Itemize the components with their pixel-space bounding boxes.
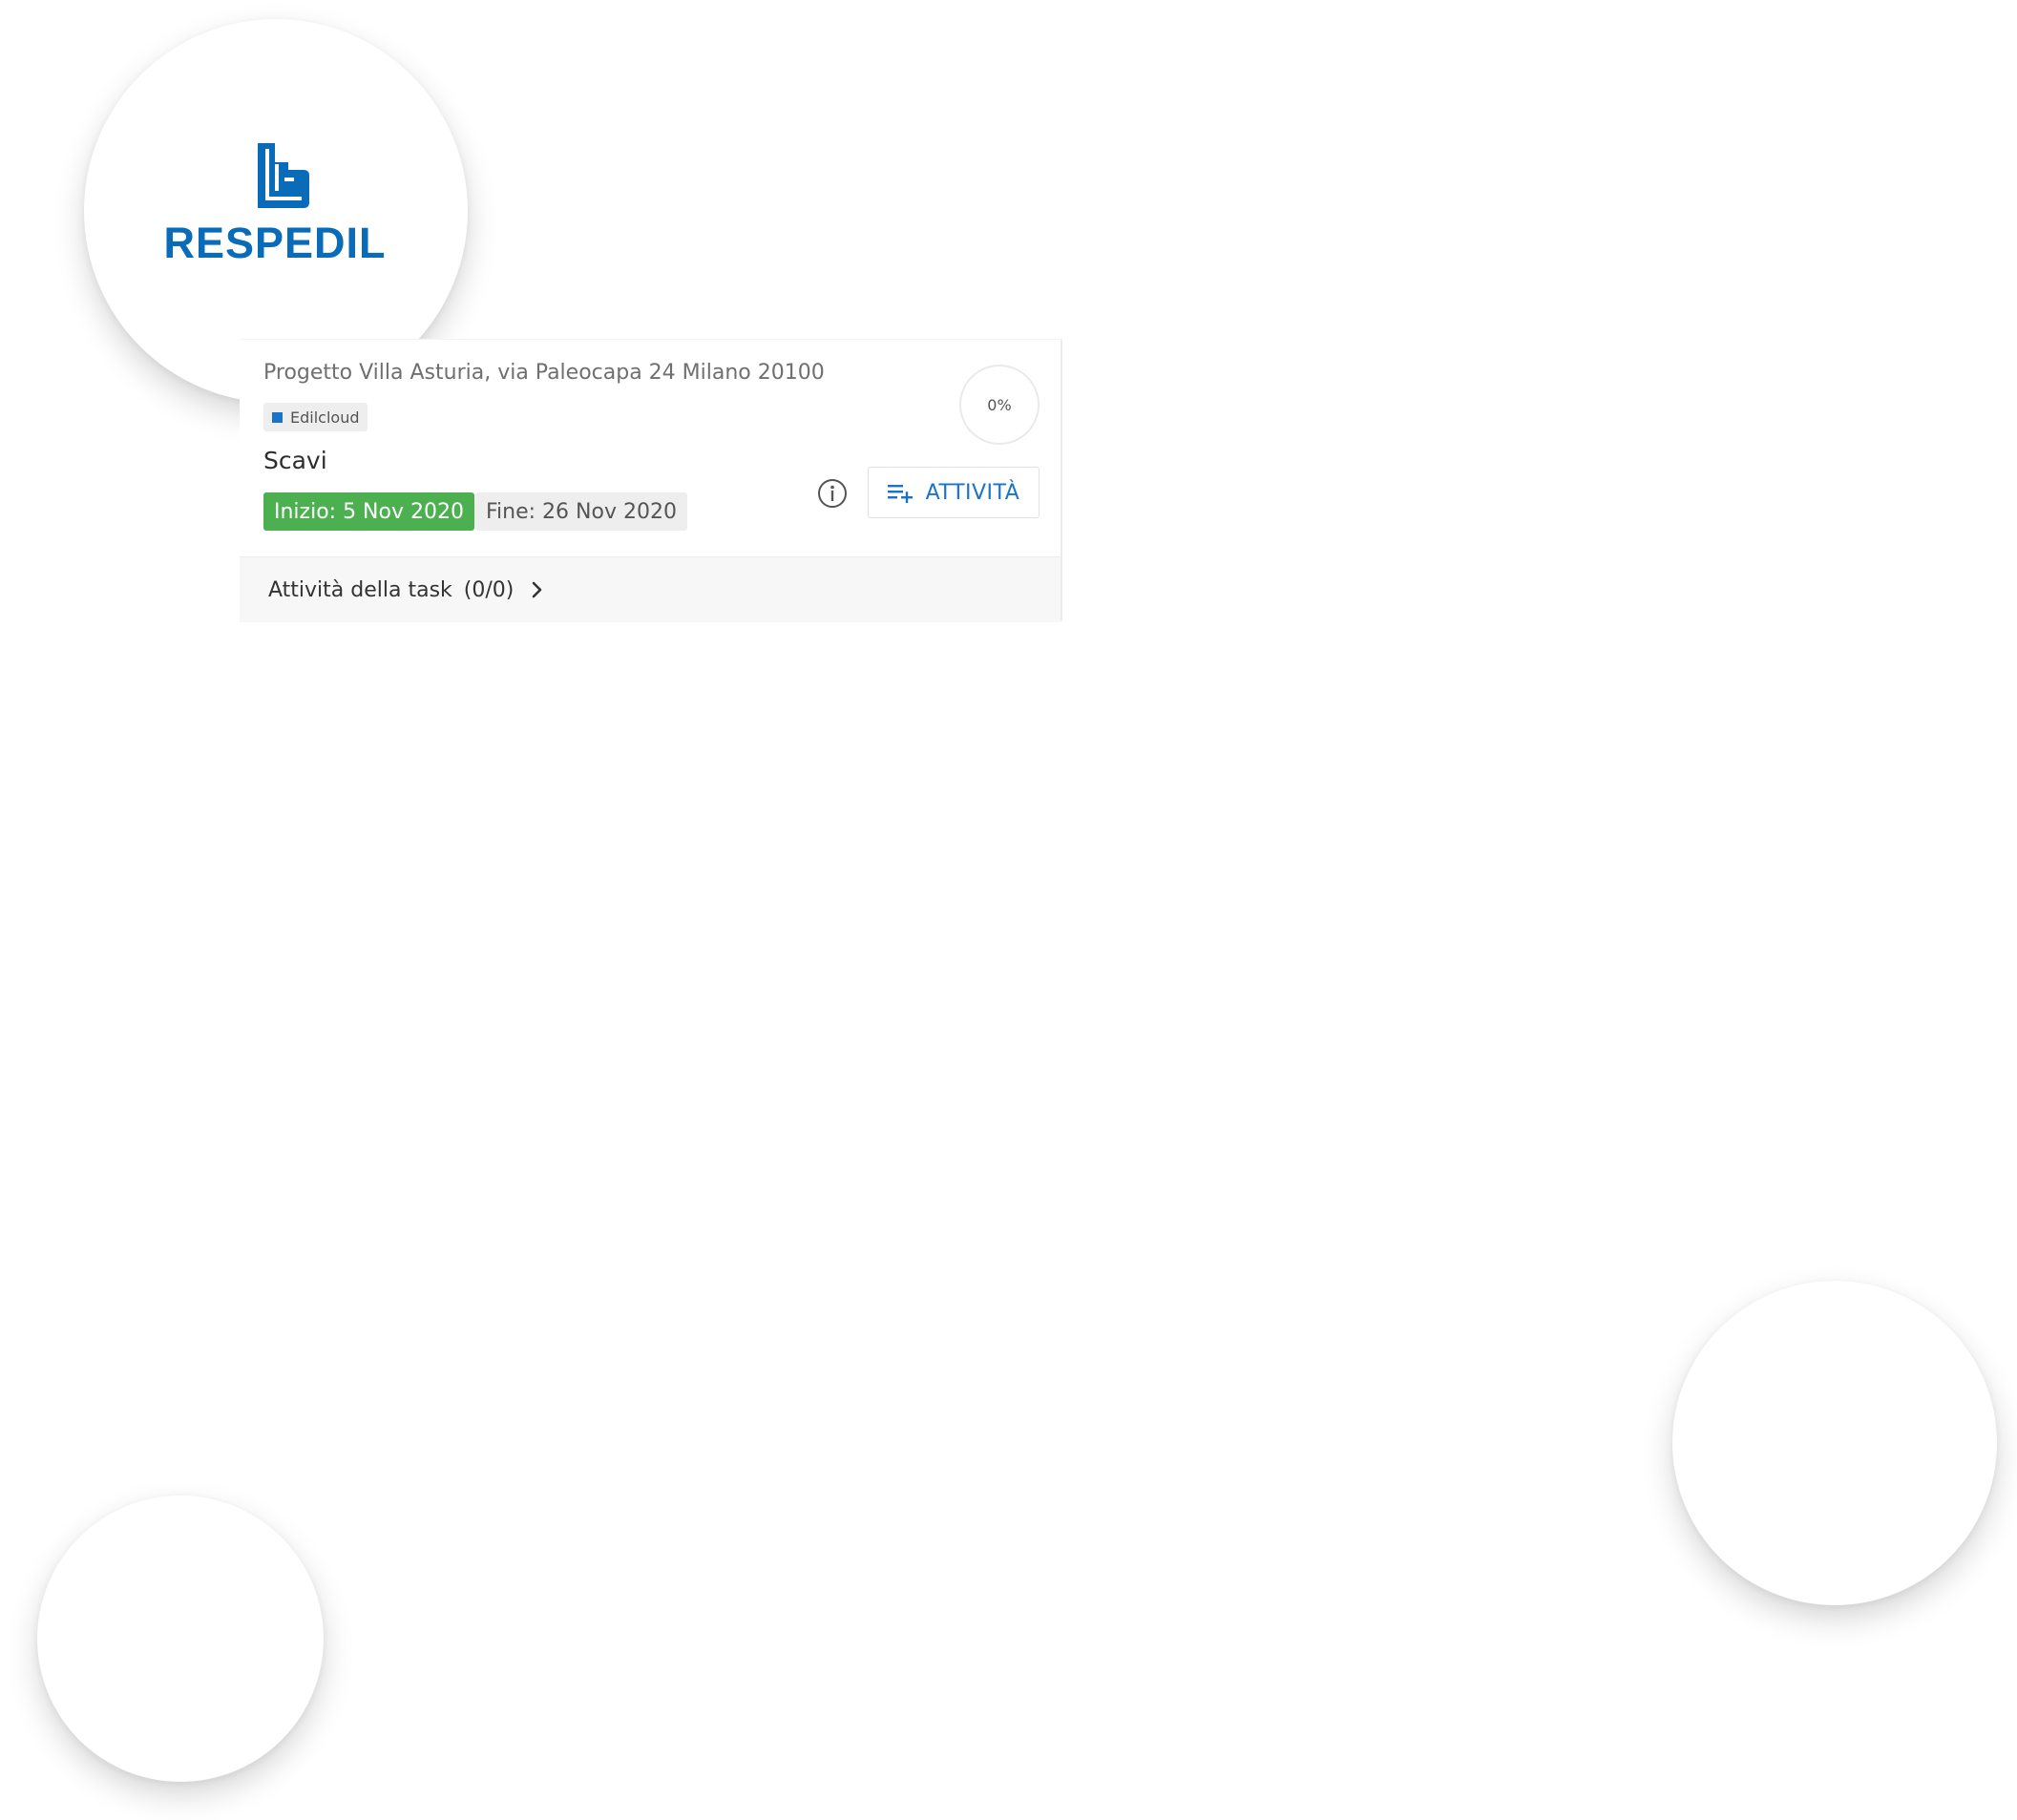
decorative-circle-right (1672, 1281, 1997, 1605)
project-title: Progetto Villa Asturia, via Paleocapa 24… (263, 361, 825, 385)
task-card[interactable]: Progetto Villa Asturia, via Paleocapa 24… (240, 339, 1062, 622)
task-activities-count: (0/0) (463, 577, 515, 602)
company-tag-label: Edilcloud (290, 408, 360, 427)
company-tag: Edilcloud (263, 403, 368, 431)
task-activities-label: Attività della task (268, 577, 452, 602)
task-name: Scavi (263, 447, 327, 474)
respedil-logo-mark (258, 143, 309, 208)
playlist-add-icon (887, 485, 913, 503)
task-card-body: Progetto Villa Asturia, via Paleocapa 24… (240, 340, 1061, 556)
start-date-badge: Inizio: 5 Nov 2020 (263, 492, 474, 531)
info-icon[interactable] (816, 477, 849, 510)
end-date-badge: Fine: 26 Nov 2020 (475, 492, 687, 531)
progress-label: 0% (987, 395, 1012, 414)
tag-color-square (272, 411, 283, 423)
chevron-right-icon[interactable] (529, 578, 546, 601)
respedil-logo-text: RESPEDIL (163, 219, 387, 267)
task-activities-toggle[interactable]: Attività della task (0/0) (240, 556, 1061, 622)
add-activity-button[interactable]: ATTIVITÀ (868, 467, 1040, 518)
progress-indicator: 0% (959, 365, 1040, 445)
respedil-logo: RESPEDIL (141, 143, 409, 267)
stage: RESPEDIL Progetto Villa Asturia, via Pal… (0, 0, 2017, 1820)
decorative-circle-left (37, 1496, 324, 1782)
add-activity-button-label: ATTIVITÀ (925, 480, 1020, 505)
